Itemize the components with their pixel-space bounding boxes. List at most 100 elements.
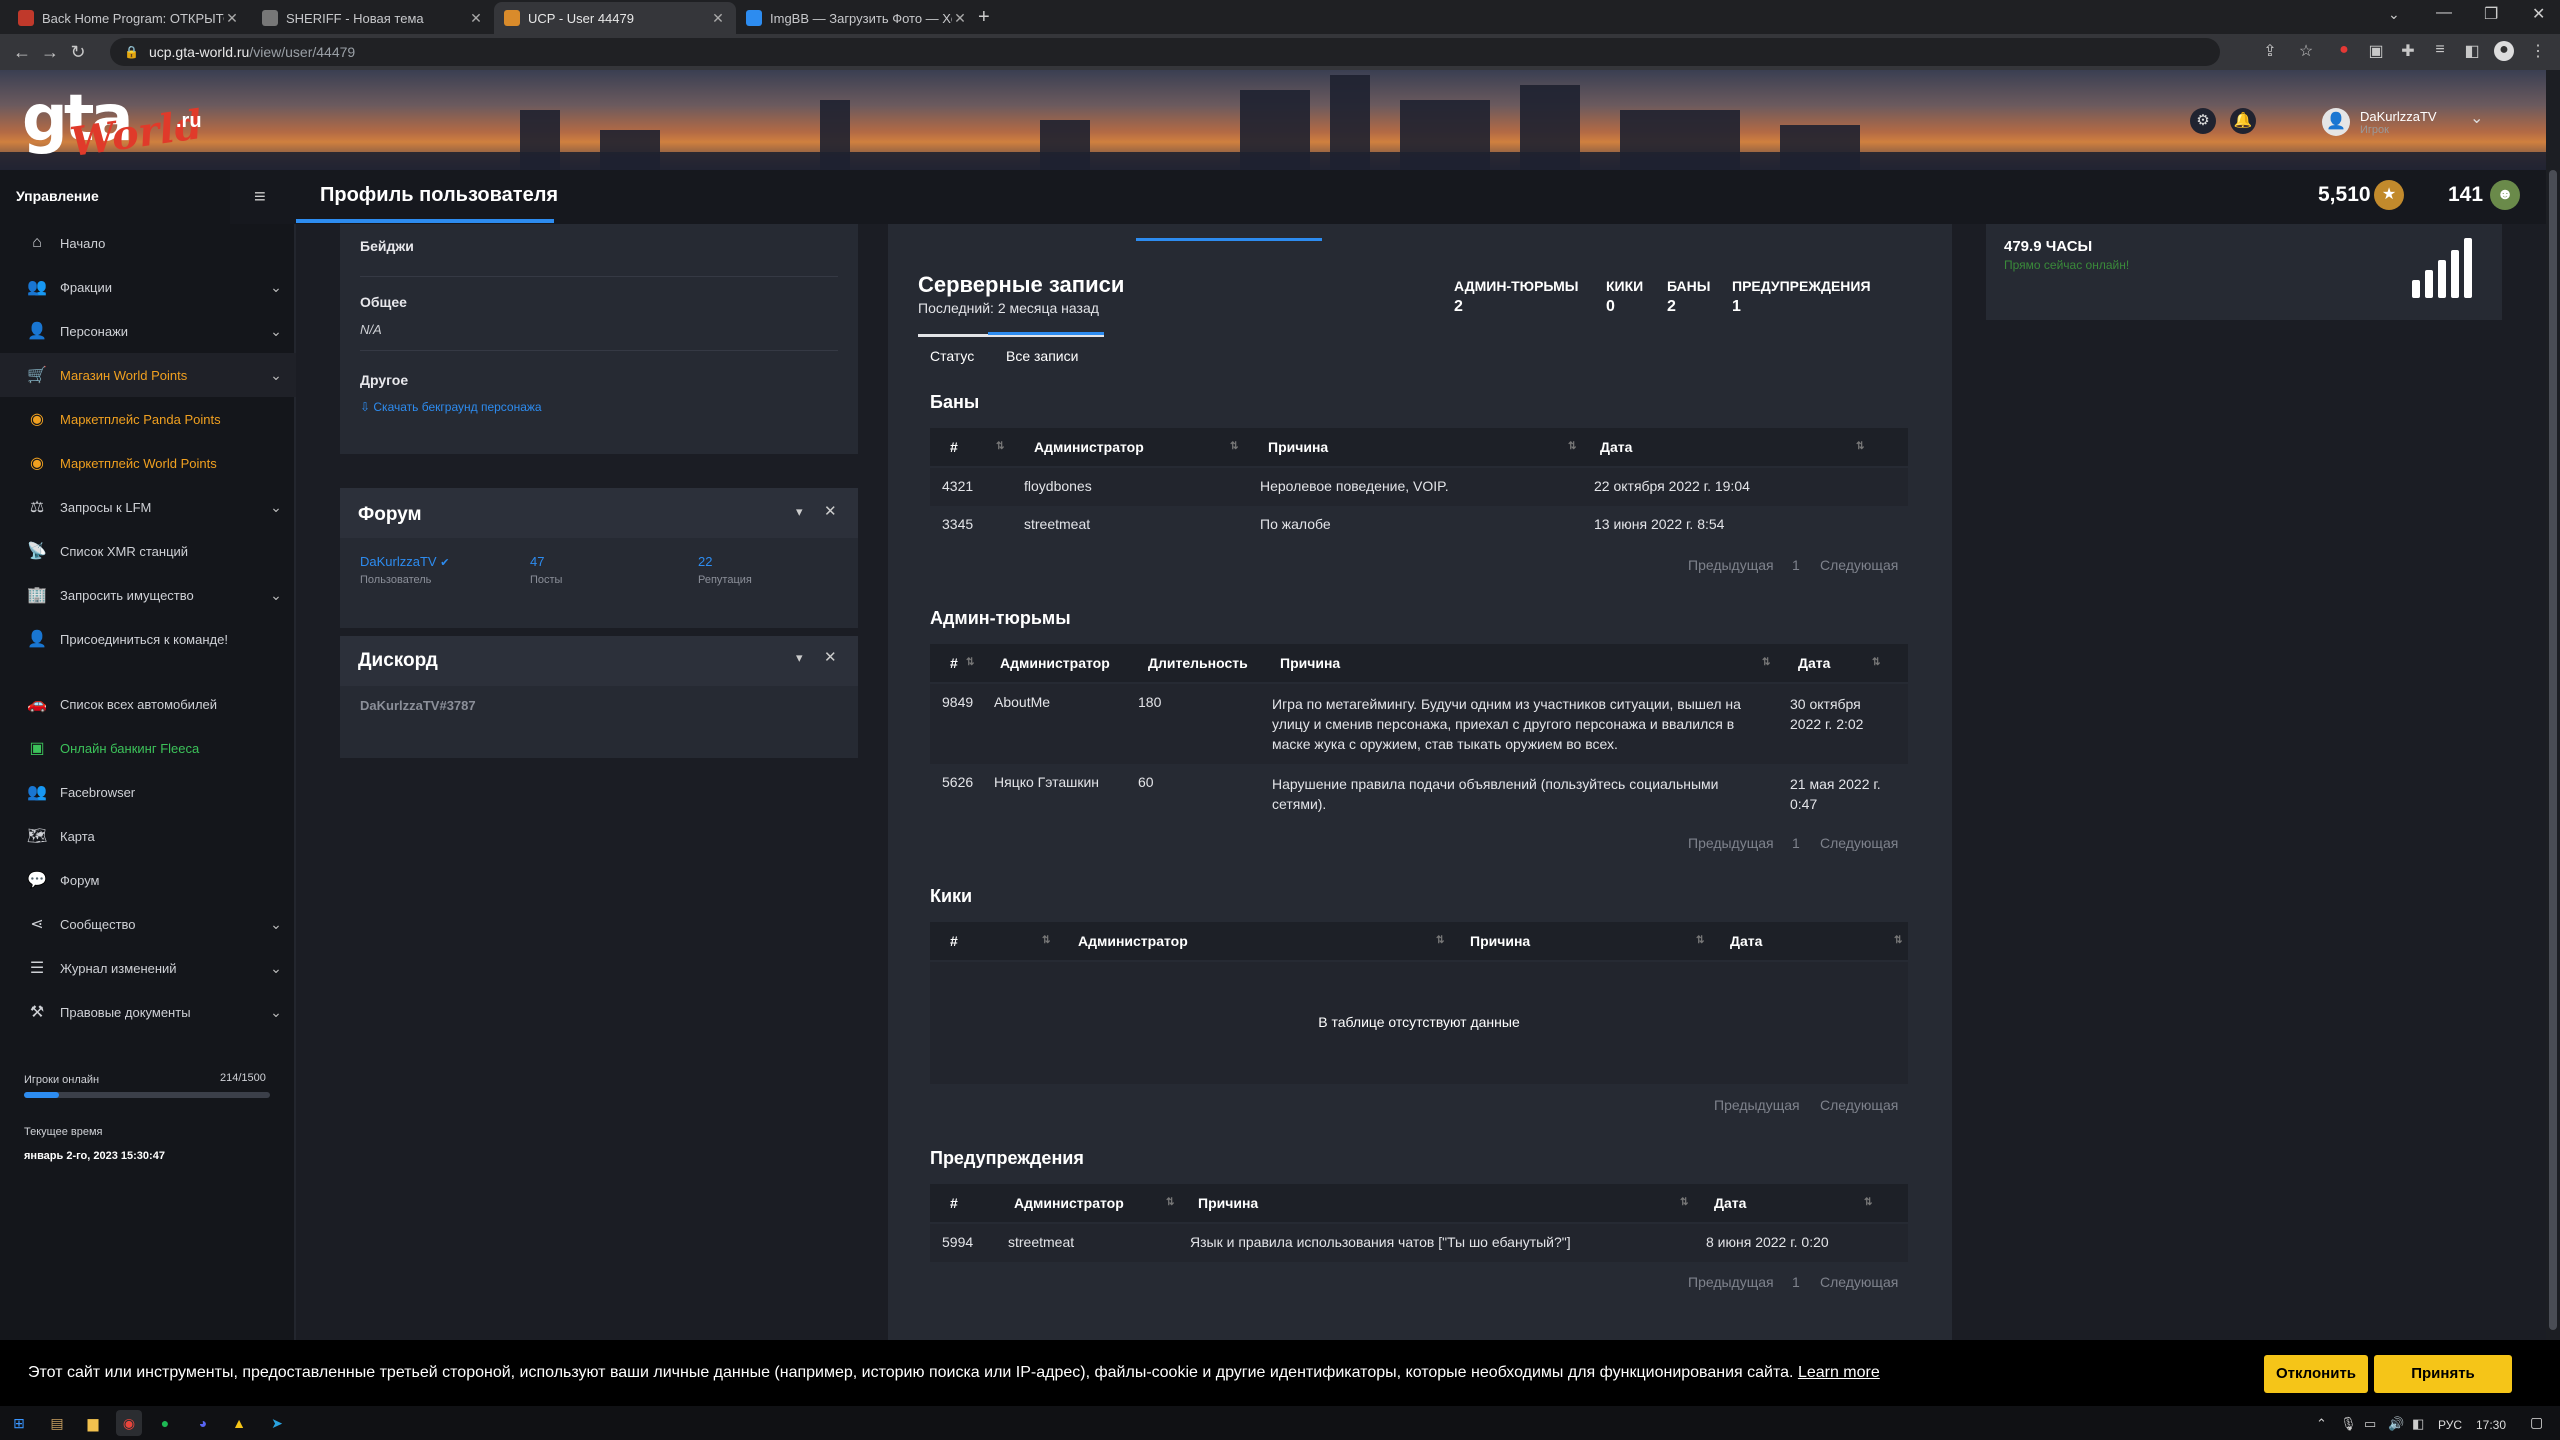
- browser-tab[interactable]: Back Home Program: ОТКРЫТО ✕: [8, 2, 250, 34]
- forum-reputation-count[interactable]: 22: [698, 554, 712, 569]
- sort-icon[interactable]: ⇅: [1166, 1197, 1174, 1208]
- file-explorer-icon[interactable]: ▆: [80, 1410, 106, 1436]
- windows-start-icon[interactable]: ⊞: [6, 1410, 32, 1436]
- sidebar-item-world-marketplace[interactable]: ◉ Маркетплейс World Points: [0, 441, 296, 485]
- menu-toggle-icon[interactable]: ≡: [254, 186, 266, 209]
- col-header-duration[interactable]: Длительность: [1148, 655, 1248, 671]
- notification-bell-icon[interactable]: 🔔: [2230, 108, 2256, 134]
- network-icon[interactable]: ▭: [2364, 1416, 2376, 1432]
- decline-button[interactable]: Отклонить: [2264, 1355, 2368, 1393]
- sort-icon[interactable]: ⇅: [1568, 441, 1576, 452]
- forum-posts-count[interactable]: 47: [530, 554, 544, 569]
- col-header-reason[interactable]: Причина: [1470, 933, 1530, 949]
- language-indicator[interactable]: РУС: [2438, 1418, 2462, 1432]
- profile-icon[interactable]: ●: [2494, 41, 2514, 61]
- minimize-icon[interactable]: —: [2436, 4, 2452, 22]
- col-header-date[interactable]: Дата: [1600, 439, 1632, 455]
- sort-icon[interactable]: ⇅: [1762, 657, 1770, 668]
- sort-icon[interactable]: ⇅: [1864, 1197, 1872, 1208]
- pagination-prev[interactable]: Предыдущая: [1688, 1274, 1774, 1290]
- sidebar-item-join-team[interactable]: 👤 Присоединиться к команде!: [0, 617, 296, 661]
- extensions-puzzle-icon[interactable]: ✚: [2398, 41, 2418, 61]
- close-icon[interactable]: ✕: [224, 10, 240, 27]
- sort-icon[interactable]: ⇅: [1856, 441, 1864, 452]
- pagination-next[interactable]: Следующая: [1820, 1097, 1898, 1113]
- volume-icon[interactable]: 🔊: [2388, 1416, 2404, 1432]
- sidebar-item-characters[interactable]: 👤 Персонажи ⌄: [0, 309, 296, 353]
- taskbar-app-icon[interactable]: ▤: [44, 1410, 70, 1436]
- url-field[interactable]: 🔒 ucp.gta-world.ru/view/user/44479: [110, 38, 2220, 66]
- scrollbar-thumb[interactable]: [2549, 170, 2557, 1330]
- new-tab-icon[interactable]: +: [978, 6, 990, 29]
- close-icon[interactable]: ✕: [468, 10, 484, 27]
- learn-more-link[interactable]: Learn more: [1798, 1364, 1880, 1381]
- side-panel-icon[interactable]: ◧: [2462, 41, 2482, 61]
- pagination-prev[interactable]: Предыдущая: [1688, 557, 1774, 573]
- pagination-next[interactable]: Следующая: [1820, 557, 1898, 573]
- forward-icon[interactable]: →: [36, 42, 64, 63]
- forum-user-link[interactable]: DaKurlzzaTV ✔: [360, 554, 449, 569]
- sort-icon[interactable]: ⇅: [1042, 935, 1050, 946]
- browser-tab-active[interactable]: UCP - User 44479 ✕: [494, 2, 736, 34]
- pagination-next[interactable]: Следующая: [1820, 835, 1898, 851]
- sidebar-item-request-property[interactable]: 🏢 Запросить имущество ⌄: [0, 573, 296, 617]
- col-header-admin[interactable]: Администратор: [1078, 933, 1188, 949]
- col-header-reason[interactable]: Причина: [1198, 1195, 1258, 1211]
- extension-icon[interactable]: ▣: [2366, 41, 2386, 61]
- sidebar-item-legal-docs[interactable]: ⚒ Правовые документы ⌄: [0, 990, 296, 1034]
- sidebar-item-fleeca-banking[interactable]: ▣ Онлайн банкинг Fleeca: [0, 726, 296, 770]
- sidebar-item-panda-marketplace[interactable]: ◉ Маркетплейс Panda Points: [0, 397, 296, 441]
- sidebar-item-home[interactable]: ⌂ Начало: [0, 221, 296, 265]
- browser-tab[interactable]: ImgBB — Загрузить Фото — Хо ✕: [736, 2, 978, 34]
- sort-icon[interactable]: ⇅: [996, 441, 1004, 452]
- reading-list-icon[interactable]: ≡: [2430, 41, 2450, 61]
- col-header-admin[interactable]: Администратор: [1034, 439, 1144, 455]
- collapse-icon[interactable]: ▾: [796, 504, 803, 520]
- collapse-icon[interactable]: ▾: [796, 650, 803, 666]
- col-header-id[interactable]: #: [950, 655, 958, 671]
- sidebar-item-vehicles[interactable]: 🚗 Список всех автомобилей: [0, 682, 296, 726]
- tab-search-icon[interactable]: ⌄: [2388, 6, 2400, 23]
- microphone-icon[interactable]: 🎙: [2340, 1416, 2357, 1432]
- extension-icon[interactable]: ●: [2334, 41, 2354, 61]
- pagination-prev[interactable]: Предыдущая: [1714, 1097, 1800, 1113]
- accept-button[interactable]: Принять: [2374, 1355, 2512, 1393]
- col-header-reason[interactable]: Причина: [1280, 655, 1340, 671]
- chevron-down-icon[interactable]: ⌄: [2470, 108, 2483, 128]
- download-background-link[interactable]: ⇩ Скачать бекграунд персонажа: [360, 400, 542, 414]
- browser-tab[interactable]: SHERIFF - Новая тема ✕: [252, 2, 494, 34]
- settings-gear-icon[interactable]: ⚙: [2190, 108, 2216, 134]
- tray-chevron-icon[interactable]: ⌃: [2316, 1416, 2327, 1432]
- col-header-reason[interactable]: Причина: [1268, 439, 1328, 455]
- sort-icon[interactable]: ⇅: [1680, 1197, 1688, 1208]
- close-icon[interactable]: ✕: [824, 648, 837, 666]
- pagination-page[interactable]: 1: [1792, 835, 1800, 851]
- tab-status[interactable]: Статус: [930, 348, 974, 364]
- sidebar-item-forum[interactable]: 💬 Форум: [0, 858, 296, 902]
- sidebar-item-world-points-shop[interactable]: 🛒 Магазин World Points ⌄: [0, 353, 296, 397]
- sidebar-item-factions[interactable]: 👥 Фракции ⌄: [0, 265, 296, 309]
- col-header-date[interactable]: Дата: [1714, 1195, 1746, 1211]
- sidebar-item-changelog[interactable]: ☰ Журнал изменений ⌄: [0, 946, 296, 990]
- user-menu[interactable]: 👤 DaKurlzzaTV Игрок: [2322, 104, 2492, 140]
- taskbar-clock[interactable]: 17:30: [2476, 1418, 2506, 1432]
- col-header-admin[interactable]: Администратор: [1000, 655, 1110, 671]
- menu-icon[interactable]: ⋮: [2528, 41, 2548, 61]
- bookmark-star-icon[interactable]: ☆: [2296, 41, 2316, 61]
- col-header-admin[interactable]: Администратор: [1014, 1195, 1124, 1211]
- spotify-icon[interactable]: ●: [152, 1410, 178, 1436]
- discord-icon[interactable]: ◕: [190, 1410, 216, 1436]
- col-header-id[interactable]: #: [950, 933, 958, 949]
- col-header-id[interactable]: #: [950, 1195, 958, 1211]
- close-icon[interactable]: ✕: [710, 10, 726, 27]
- share-icon[interactable]: ⇪: [2260, 41, 2280, 61]
- window-close-icon[interactable]: ✕: [2532, 4, 2545, 24]
- pagination-next[interactable]: Следующая: [1820, 1274, 1898, 1290]
- page-scrollbar[interactable]: [2546, 70, 2560, 1406]
- taskbar-app-icon[interactable]: ▲: [226, 1410, 252, 1436]
- sidebar-item-facebrowser[interactable]: 👥 Facebrowser: [0, 770, 296, 814]
- maximize-icon[interactable]: ❐: [2484, 4, 2498, 24]
- pagination-page[interactable]: 1: [1792, 1274, 1800, 1290]
- col-header-id[interactable]: #: [950, 439, 958, 455]
- sort-icon[interactable]: ⇅: [1436, 935, 1444, 946]
